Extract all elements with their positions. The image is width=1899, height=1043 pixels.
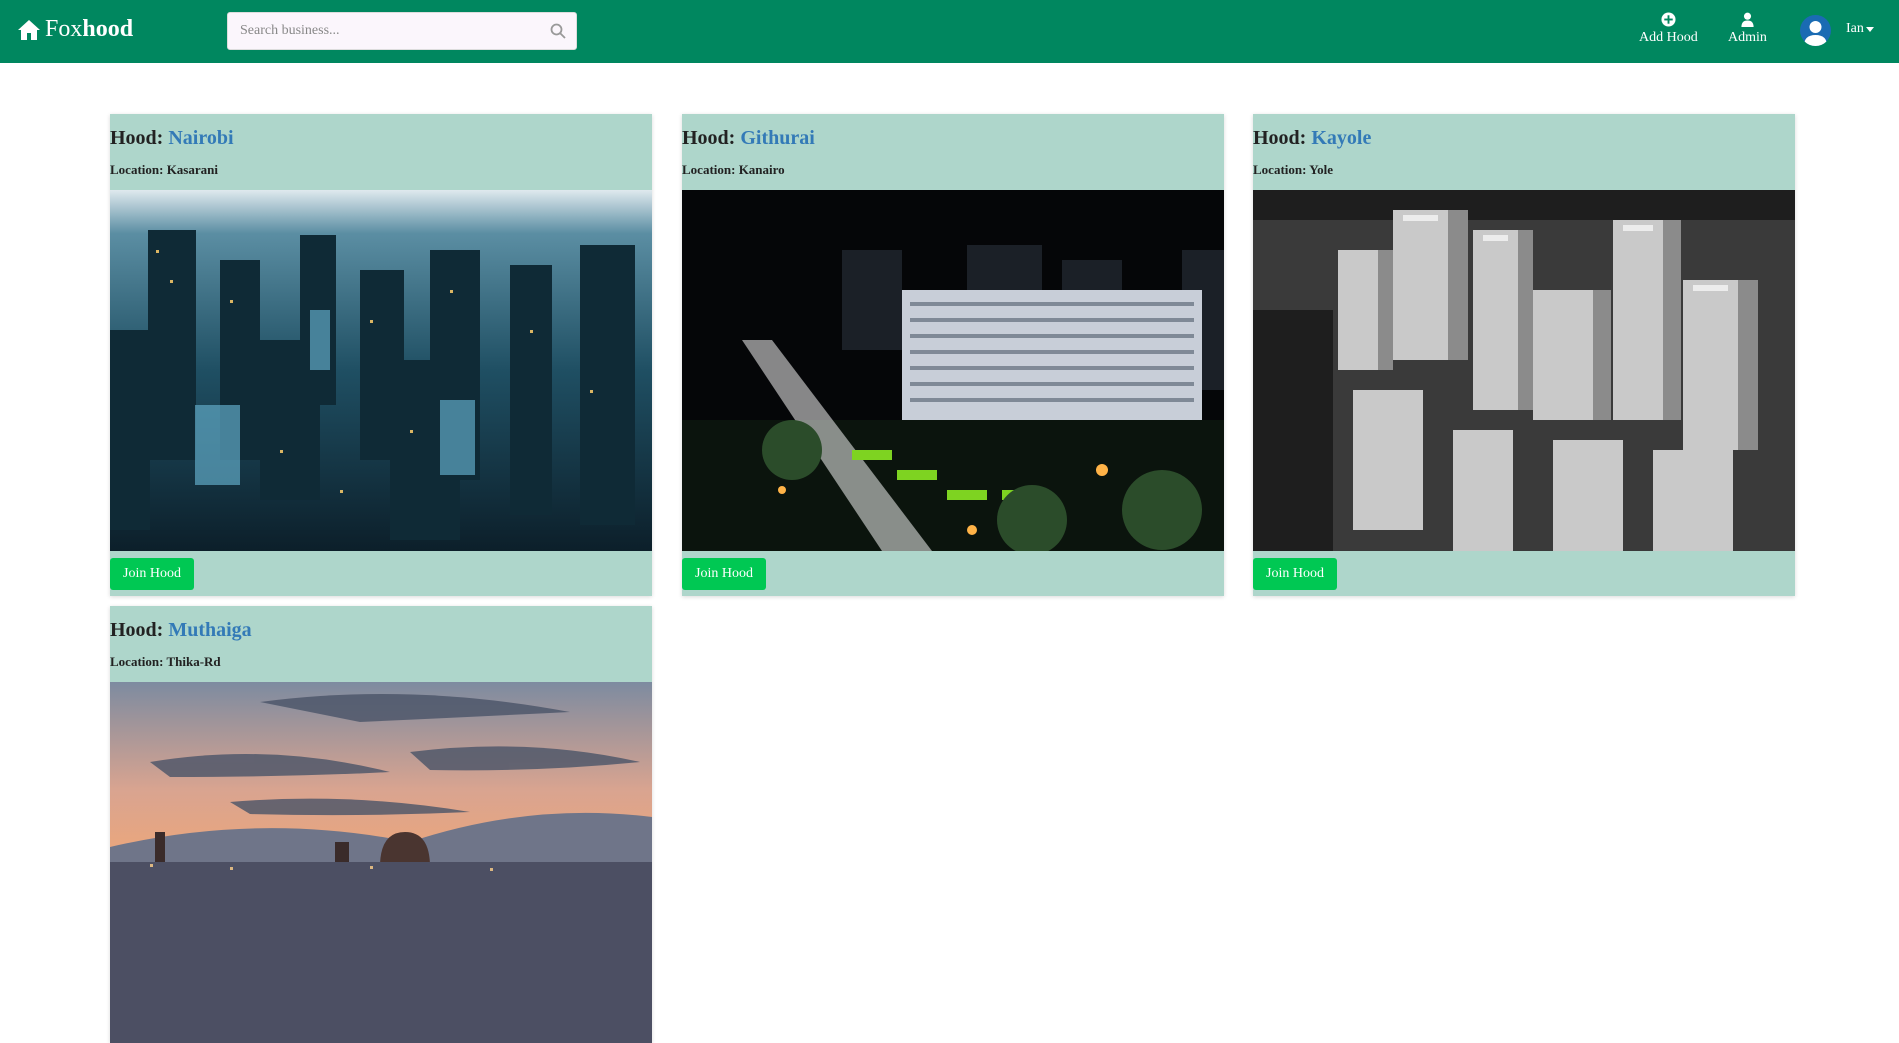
admin-link[interactable]: Admin <box>1728 12 1767 46</box>
home-icon <box>18 19 40 40</box>
join-hood-button[interactable]: Join Hood <box>1253 558 1337 590</box>
hood-card-githurai: Hood: Githurai Location: Kanairo Join Ho… <box>682 114 1224 596</box>
hood-label: Hood: <box>682 127 736 149</box>
brand-text-fox: Fox <box>45 16 83 42</box>
hood-name-link[interactable]: Nairobi <box>168 127 233 149</box>
hood-card-footer: Join Hood <box>682 551 1224 596</box>
search-icon[interactable] <box>550 23 566 39</box>
user-name: Ian <box>1846 21 1864 36</box>
hood-image <box>110 682 652 1043</box>
add-hood-link[interactable]: Add Hood <box>1639 12 1698 46</box>
hood-title: Hood: Kayole <box>1253 114 1795 158</box>
brand-link[interactable]: Fox hood <box>17 16 133 43</box>
hood-image <box>682 190 1224 551</box>
hood-name-link[interactable]: Muthaiga <box>168 619 251 641</box>
hood-label: Hood: <box>110 127 164 149</box>
hood-card-footer: Join Hood <box>1253 551 1795 596</box>
user-menu-dropdown[interactable]: Ian <box>1846 21 1874 37</box>
hood-title: Hood: Nairobi <box>110 114 652 158</box>
search-input[interactable] <box>228 13 550 49</box>
hood-image <box>1253 190 1795 551</box>
hood-card-nairobi: Hood: Nairobi Location: Kasarani Join Ho… <box>110 114 652 596</box>
hood-card-kayole: Hood: Kayole Location: Yole Join Hood <box>1253 114 1795 596</box>
hood-location: Location: Thika-Rd <box>110 654 221 669</box>
hood-label: Hood: <box>110 619 164 641</box>
avatar[interactable] <box>1800 15 1831 46</box>
hood-title: Hood: Muthaiga <box>110 606 652 650</box>
hood-card-footer: Join Hood <box>110 551 652 596</box>
join-hood-button[interactable]: Join Hood <box>110 558 194 590</box>
caret-down-icon <box>1865 26 1874 32</box>
hood-location: Location: Kasarani <box>110 162 218 177</box>
navbar: Foxhood Add Hood Admin Ian <box>0 0 1899 63</box>
hood-location: Location: Yole <box>1253 162 1334 177</box>
hood-title: Hood: Githurai <box>682 114 1224 158</box>
join-hood-button[interactable]: Join Hood <box>682 558 766 590</box>
hood-name-link[interactable]: Kayole <box>1311 127 1371 149</box>
hood-label: Hood: <box>1253 127 1307 149</box>
hood-name-link[interactable]: Githurai <box>740 127 814 149</box>
search-box <box>227 12 577 50</box>
user-icon <box>1741 12 1754 27</box>
hood-location: Location: Kanairo <box>682 162 785 177</box>
hood-image <box>110 190 652 551</box>
avatar-user-icon <box>1804 21 1827 46</box>
plus-circle-icon <box>1661 12 1676 27</box>
brand-text-hood: hood <box>82 16 134 42</box>
admin-label: Admin <box>1728 30 1767 45</box>
hood-card-muthaiga: Hood: Muthaiga Location: Thika-Rd <box>110 606 652 1043</box>
add-hood-label: Add Hood <box>1639 30 1698 45</box>
